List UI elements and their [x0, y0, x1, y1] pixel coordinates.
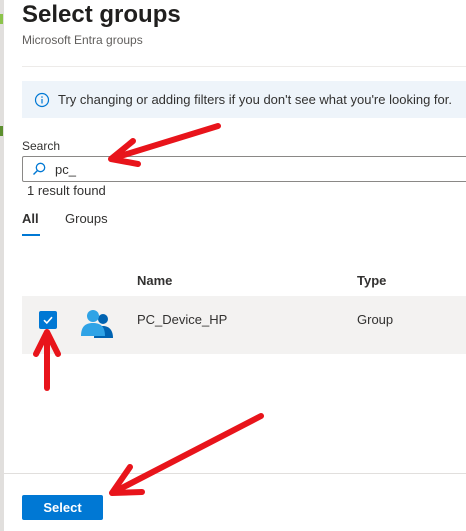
header-divider — [22, 66, 466, 67]
column-header-type[interactable]: Type — [357, 273, 386, 288]
search-label: Search — [22, 139, 61, 153]
search-box[interactable] — [22, 156, 466, 182]
tab-all[interactable]: All — [22, 211, 39, 226]
footer-divider — [0, 473, 466, 474]
tab-groups[interactable]: Groups — [65, 211, 108, 226]
search-input[interactable] — [55, 161, 435, 177]
background-indicator — [0, 14, 3, 24]
info-icon — [34, 92, 50, 108]
page-subtitle: Microsoft Entra groups — [22, 33, 143, 47]
select-button[interactable]: Select — [22, 495, 103, 520]
row-name: PC_Device_HP — [137, 312, 228, 327]
table-row[interactable]: PC_Device_HP Group — [22, 296, 466, 354]
info-message-text: Try changing or adding filters if you do… — [58, 92, 452, 107]
tab-all-underline — [22, 234, 40, 236]
background-panel-edge — [0, 0, 4, 531]
row-checkbox[interactable] — [39, 311, 57, 329]
group-icon — [81, 310, 113, 338]
column-header-name[interactable]: Name — [137, 273, 172, 288]
checkmark-icon — [43, 316, 53, 325]
page-title: Select groups — [22, 1, 181, 28]
background-indicator — [0, 126, 3, 136]
annotation-overlay — [33, 123, 264, 496]
row-type: Group — [357, 312, 394, 327]
search-icon — [31, 161, 47, 177]
annotation-arrow-select — [109, 413, 264, 496]
info-message-bar: Try changing or adding filters if you do… — [22, 81, 466, 118]
result-count: 1 result found — [27, 183, 106, 198]
